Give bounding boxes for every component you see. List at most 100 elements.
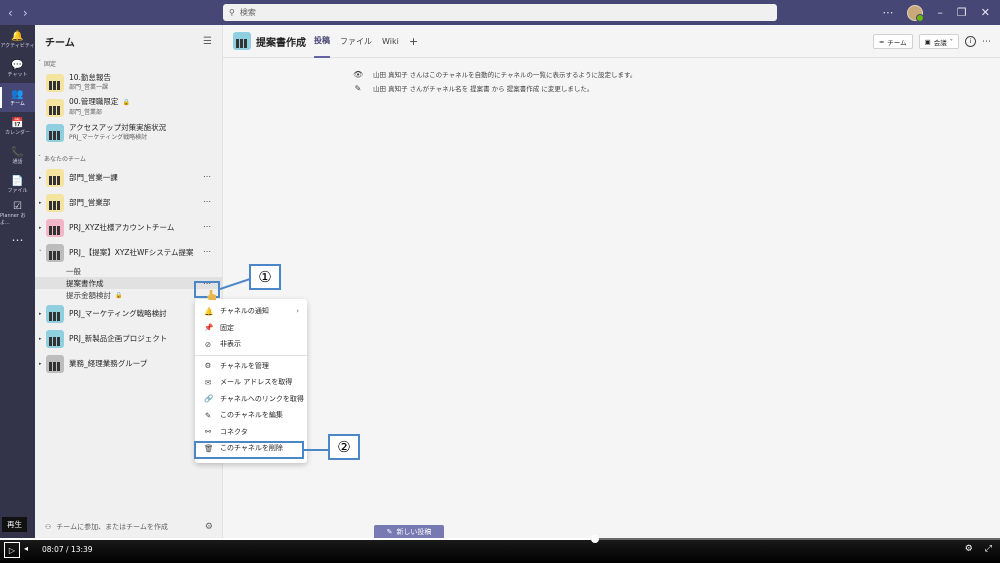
team-button-label: チーム [887, 38, 907, 47]
gear-icon[interactable]: ⚙ [205, 522, 213, 532]
team-button[interactable]: ≈ チーム [872, 34, 913, 49]
team-item[interactable]: ˅ PRJ_【提案】XYZ社WFシステム提案 ⋯ [35, 240, 222, 265]
fullscreen-icon[interactable]: ⤢ [985, 544, 992, 554]
more-icon[interactable]: ⋯ [982, 37, 992, 47]
menu-item-label: 固定 [220, 323, 234, 332]
info-icon[interactable]: i [965, 36, 976, 47]
minimize-icon[interactable]: – [937, 6, 943, 19]
app-rail: 🔔 アクティビティ 💬 チャット 👥 チーム 📅 カレンダー 📞 通話 📄 ファイル ☑ Planner … [0, 25, 35, 538]
menu-item-label: このチャネルを編集 [220, 411, 283, 420]
more-options-icon[interactable]: ⋯ [203, 222, 212, 231]
team-text: PRJ_XYZ社様アカウントチーム [69, 223, 174, 233]
rail-item-chat[interactable]: 💬 チャット [0, 54, 35, 83]
progress-knob[interactable] [591, 535, 599, 543]
channel-item[interactable]: 一般 [35, 265, 222, 277]
more-apps-icon[interactable]: … [0, 230, 35, 244]
pin-icon: 📌 [204, 323, 214, 333]
more-options-icon[interactable]: ⋯ [203, 247, 212, 256]
rail-item-phone[interactable]: 📞 通話 [0, 141, 35, 170]
chevron-right-icon[interactable]: ▸ [39, 225, 46, 231]
video-player-bar: ▷ ◂ 08:07 / 13:39 ⚙ ⤢ [0, 535, 1000, 563]
chevron-right-icon[interactable]: ▸ [39, 361, 46, 367]
team-item[interactable]: ▸ 部門_営業部 ⋯ [35, 190, 222, 215]
teams-list: ▸ 部門_営業一課 ⋯ ▸ 部門_営業部 ⋯ ▸ PRJ_XYZ社様アカウントチーム ⋯ ˅ PRJ… [35, 165, 222, 376]
rail-item-teams[interactable]: 👥 チーム [0, 83, 35, 112]
link-icon: 🔗 [204, 394, 214, 404]
team-name: PRJ_新製品企画プロジェクト [69, 333, 168, 343]
settings-icon[interactable]: ⚙ [965, 544, 973, 554]
volume-icon[interactable]: ◂ [24, 544, 28, 553]
chevron-down-icon[interactable]: ˅ [950, 38, 953, 46]
more-options-icon[interactable]: ⋯ [203, 197, 212, 206]
menu-item-mail[interactable]: ✉ メール アドレスを取得 [195, 374, 307, 391]
menu-item-label: 非表示 [220, 340, 241, 349]
chevron-right-icon[interactable]: ▸ [39, 336, 46, 342]
back-icon[interactable]: ‹ [8, 6, 13, 20]
close-icon[interactable]: ✕ [981, 6, 990, 19]
more-icon[interactable]: ⋯ [882, 6, 893, 19]
team-item[interactable]: ▸ PRJ_XYZ社様アカウントチーム ⋯ [35, 215, 222, 240]
team-item[interactable]: アクセスアップ対策実施状況 PRJ_マーケティング戦略検討 [35, 120, 222, 145]
team-text: PRJ_マーケティング戦略検討 [69, 309, 167, 319]
team-name: 00.管理職限定 [69, 97, 119, 106]
chevron-down-icon: ˇ [38, 154, 41, 162]
chevron-down-icon[interactable]: ˅ [39, 250, 46, 256]
tab-files[interactable]: ファイル [340, 25, 372, 58]
your-teams-section[interactable]: ˇ あなたのチーム [35, 153, 222, 163]
team-text: 業務_経理業務グループ [69, 359, 147, 369]
rail-item-label: カレンダー [4, 129, 30, 136]
new-post-button[interactable]: ✎ 新しい投稿 [374, 525, 444, 539]
menu-item-label: コネクタ [220, 427, 248, 436]
rail-item-bell[interactable]: 🔔 アクティビティ [0, 25, 35, 54]
team-item[interactable]: ▸ 部門_営業一課 ⋯ [35, 165, 222, 190]
progress-track[interactable] [0, 535, 1000, 543]
team-subtitle: 部門_営業部 [69, 109, 103, 116]
menu-item-gear[interactable]: ⚙ チャネルを管理 [195, 358, 307, 375]
rail-item-planner[interactable]: ☑ Planner およ... [0, 199, 35, 228]
connector-icon: ⚯ [204, 427, 212, 437]
chevron-right-icon[interactable]: ▸ [39, 200, 46, 206]
rail-item-calendar[interactable]: 📅 カレンダー [0, 112, 35, 141]
menu-item-pencil[interactable]: ✎ このチャネルを編集 [195, 407, 307, 424]
team-name: 部門_営業一課 [69, 172, 118, 182]
menu-item-hide[interactable]: ⊘ 非表示 [195, 336, 307, 353]
team-item[interactable]: ▸ 業務_経理業務グループ [35, 351, 222, 376]
forward-icon[interactable]: › [23, 6, 28, 20]
more-options-icon[interactable]: ⋯ [203, 172, 212, 181]
channel-name: 一般 [66, 266, 81, 276]
meet-button[interactable]: ▣ 会議 ˅ [918, 34, 959, 49]
menu-item-link[interactable]: 🔗 チャネルへのリンクを取得 [195, 391, 307, 408]
wifi-icon: ≈ [878, 37, 885, 46]
tab-wiki[interactable]: Wiki [382, 25, 399, 58]
phone-icon: 📞 [11, 146, 24, 158]
menu-item-pin[interactable]: 📌 固定 [195, 320, 307, 337]
callout-step-2: ② [328, 434, 360, 460]
filter-icon[interactable]: ☰ [203, 36, 212, 47]
add-tab-button[interactable]: + [409, 35, 418, 48]
team-text: 部門_営業一課 [69, 173, 118, 183]
menu-item-connector[interactable]: ⚯ コネクタ [195, 424, 307, 441]
team-item[interactable]: ▸ PRJ_マーケティング戦略検討 [35, 301, 222, 326]
chevron-right-icon[interactable]: ▸ [39, 311, 46, 317]
rail-item-label: Planner およ... [0, 213, 26, 226]
team-name-row: 00.管理職限定 🔒 [69, 97, 130, 108]
tab-posts[interactable]: 投稿 [314, 25, 330, 58]
search-input[interactable]: ⚲ 検索 [223, 4, 777, 21]
team-item[interactable]: 10.勤怠報告 部門_営業一課 [35, 70, 222, 95]
rail-item-file[interactable]: 📄 ファイル [0, 170, 35, 199]
chevron-down-icon: ˇ [38, 59, 41, 67]
channel-name: 提案書作成 [66, 278, 104, 288]
team-item[interactable]: ▸ PRJ_新製品企画プロジェクト [35, 326, 222, 351]
play-button[interactable]: ▷ [4, 542, 20, 558]
highlight-delete-channel [194, 441, 304, 459]
team-item[interactable]: 00.管理職限定 🔒 部門_営業部 [35, 95, 222, 120]
current-time: 08:07 [42, 545, 64, 554]
avatar[interactable] [907, 4, 925, 22]
chevron-right-icon[interactable]: ▸ [39, 175, 46, 181]
pinned-section[interactable]: ˇ 固定 [35, 58, 222, 68]
maximize-icon[interactable]: ❐ [957, 6, 967, 19]
video-controls-right: ⚙ ⤢ [965, 544, 992, 554]
menu-item-bell[interactable]: 🔔 チャネルの通知 › [195, 303, 307, 320]
join-create-team[interactable]: ⚇ チームに参加、またはチームを作成 ⚙ [35, 516, 223, 538]
video-icon: ▣ [924, 37, 931, 46]
